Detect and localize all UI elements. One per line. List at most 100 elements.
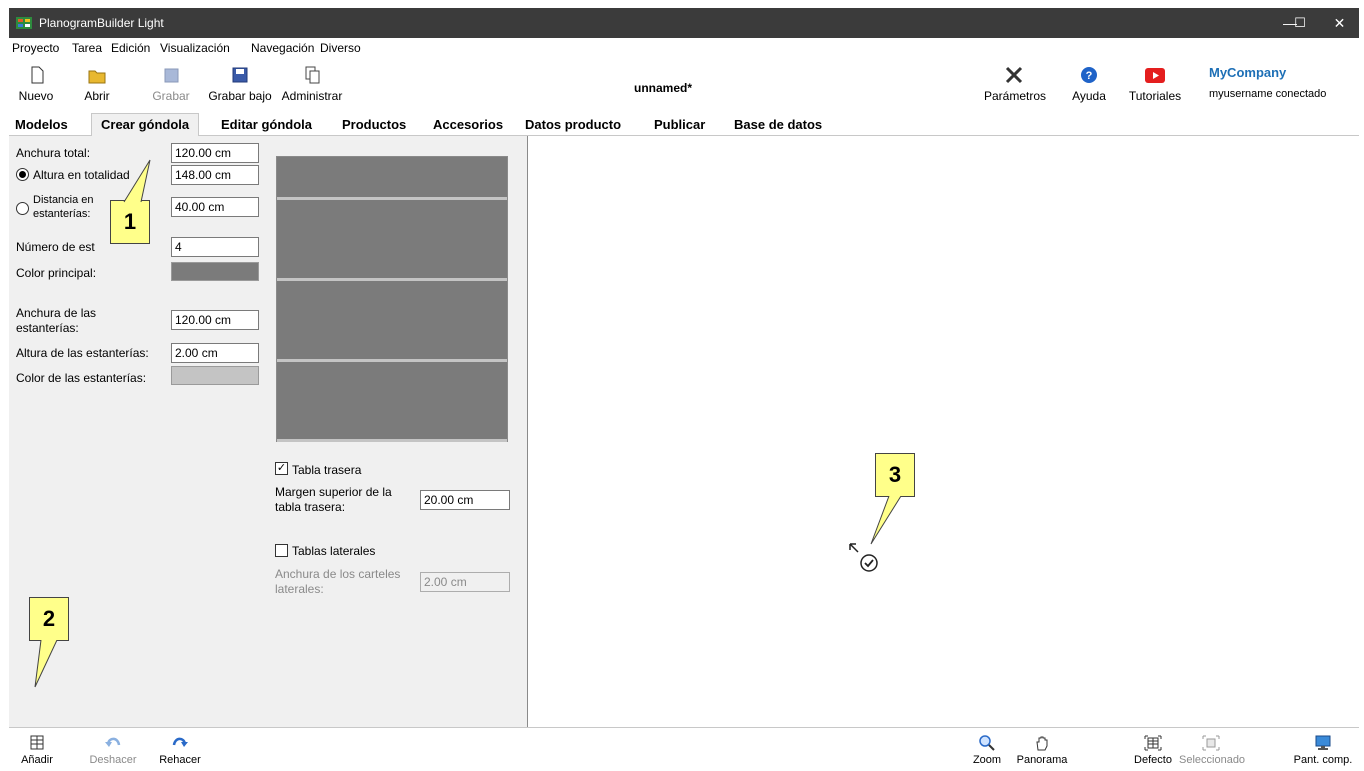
tabla-trasera-label: Tabla trasera xyxy=(292,463,362,477)
undo-icon xyxy=(105,737,121,747)
altura-estanterias-input[interactable]: 2.00 cm xyxy=(171,343,259,363)
hand-pan-icon xyxy=(1036,736,1048,751)
color-principal-swatch[interactable] xyxy=(171,262,259,281)
altura-radio[interactable] xyxy=(16,168,29,181)
tab-crear-gondola[interactable]: Crear góndola xyxy=(91,113,200,136)
tablas-laterales-checkbox[interactable] xyxy=(275,544,288,557)
tab-publicar[interactable]: Publicar xyxy=(654,117,705,132)
close-button[interactable]: ✕ xyxy=(1320,8,1359,38)
shelf-4 xyxy=(277,439,507,442)
tabla-trasera-checkbox[interactable]: ✓ xyxy=(275,462,288,475)
tab-productos[interactable]: Productos xyxy=(342,117,406,132)
anadir-button[interactable]: Añadir xyxy=(19,734,55,766)
grabar-bajo-button[interactable]: Grabar bajo xyxy=(207,63,273,103)
fit-grid-icon xyxy=(1144,735,1162,751)
bottom-toolbar: Añadir Deshacer Rehacer Zoom Panorama De… xyxy=(9,727,1359,771)
callout-2: 2 xyxy=(29,597,69,641)
anchura-total-input[interactable]: 120.00 cm xyxy=(171,143,259,163)
altura-label: Altura en totalidad xyxy=(33,168,130,182)
defecto-button[interactable]: Defecto xyxy=(1131,734,1175,766)
menu-edicion[interactable]: Edición xyxy=(111,41,150,55)
callout-2-pointer xyxy=(34,640,58,688)
margen-label-line1: Margen superior de la xyxy=(275,485,392,499)
callout-1: 1 xyxy=(110,200,150,244)
tab-accesorios[interactable]: Accesorios xyxy=(433,117,503,132)
distancia-label-line2: estanterías: xyxy=(33,208,91,220)
anchura-estanterias-input[interactable]: 120.00 cm xyxy=(171,310,259,330)
new-document-icon xyxy=(31,66,44,84)
user-status: myusername conectado xyxy=(1209,88,1327,100)
documents-manage-icon xyxy=(305,66,320,84)
anchura-estanterias-label-line2: estanterías: xyxy=(16,321,79,335)
pantalla-completa-button[interactable]: Pant. comp. xyxy=(1293,734,1353,766)
save-as-disk-icon xyxy=(232,67,248,83)
anchura-carteles-input[interactable]: 2.00 cm xyxy=(420,572,510,592)
shelf-3 xyxy=(277,359,507,362)
planogram-canvas[interactable] xyxy=(527,136,1359,727)
tablas-laterales-label: Tablas laterales xyxy=(292,544,376,558)
resize-cursor-icon xyxy=(849,543,878,572)
rehacer-button[interactable]: Rehacer xyxy=(155,734,205,766)
distancia-label-line1: Distancia en xyxy=(33,194,94,206)
grid-add-icon xyxy=(30,735,44,750)
menu-navegacion[interactable]: Navegación xyxy=(251,41,314,55)
nuevo-button[interactable]: Nuevo xyxy=(16,63,56,103)
document-title: unnamed* xyxy=(634,81,693,95)
app-logo-icon xyxy=(16,17,32,29)
altura-input[interactable]: 148.00 cm xyxy=(171,165,259,185)
panorama-button[interactable]: Panorama xyxy=(1009,734,1075,766)
help-icon: ? xyxy=(1081,67,1097,83)
numero-label: Número de est xyxy=(16,240,95,254)
anchura-carteles-label-line2: laterales: xyxy=(275,582,324,596)
menu-tarea[interactable]: Tarea xyxy=(72,41,102,55)
tab-base-de-datos[interactable]: Base de datos xyxy=(734,117,822,132)
anchura-estanterias-label-line1: Anchura de las xyxy=(16,306,97,320)
color-principal-label: Color principal: xyxy=(16,266,97,280)
maximize-button[interactable]: ☐ xyxy=(1280,8,1320,38)
video-play-icon xyxy=(1145,68,1165,83)
distancia-radio[interactable] xyxy=(16,202,29,215)
ayuda-button[interactable]: ? Ayuda xyxy=(1069,63,1109,103)
menu-diverso[interactable]: Diverso xyxy=(320,41,361,55)
administrar-button[interactable]: Administrar xyxy=(279,63,345,103)
app-window: PlanogramBuilder Light — ☐ ✕ Proyecto Ta… xyxy=(9,8,1359,771)
parametros-button[interactable]: Parámetros xyxy=(984,63,1046,103)
title-bar: PlanogramBuilder Light — xyxy=(9,8,1359,38)
toolbar: Nuevo Abrir Grabar Grabar bajo Administr… xyxy=(9,57,1359,114)
grabar-button[interactable]: Grabar xyxy=(149,63,193,103)
zoom-selection-icon xyxy=(1202,735,1220,751)
magnifier-icon xyxy=(979,735,995,751)
svg-text:?: ? xyxy=(1086,70,1093,82)
tab-datos-producto[interactable]: Datos producto xyxy=(525,117,621,132)
altura-estanterias-label: Altura de las estanterías: xyxy=(16,346,149,360)
menu-visualizacion[interactable]: Visualización xyxy=(160,41,230,55)
shelf-1 xyxy=(277,197,507,200)
menu-proyecto[interactable]: Proyecto xyxy=(12,41,59,55)
distancia-input[interactable]: 40.00 cm xyxy=(171,197,259,217)
abrir-button[interactable]: Abrir xyxy=(77,63,117,103)
save-disk-icon xyxy=(164,68,179,83)
gondola-preview xyxy=(276,156,508,442)
monitor-icon xyxy=(1315,735,1331,750)
tutoriales-button[interactable]: Tutoriales xyxy=(1127,63,1183,103)
deshacer-button[interactable]: Deshacer xyxy=(85,734,141,766)
shelf-2 xyxy=(277,278,507,281)
company-name: MyCompany xyxy=(1209,65,1287,80)
color-estanterias-swatch[interactable] xyxy=(171,366,259,385)
redo-icon xyxy=(172,737,188,747)
color-estanterias-label: Color de las estanterías: xyxy=(16,371,147,385)
margen-label-line2: tabla trasera: xyxy=(275,500,346,514)
margen-input[interactable]: 20.00 cm xyxy=(420,490,510,510)
window-title: PlanogramBuilder Light xyxy=(39,16,164,30)
menu-bar: Proyecto Tarea Edición Visualización Nav… xyxy=(9,38,1359,57)
numero-input[interactable]: 4 xyxy=(171,237,259,257)
tab-editar-gondola[interactable]: Editar góndola xyxy=(221,117,312,132)
tab-modelos[interactable]: Modelos xyxy=(15,117,68,132)
seleccionado-button[interactable]: Seleccionado xyxy=(1179,734,1245,766)
anchura-carteles-label-line1: Anchura de los carteles xyxy=(275,567,401,581)
callout-1-pointer xyxy=(123,159,151,203)
zoom-button[interactable]: Zoom xyxy=(969,734,1005,766)
callout-3: 3 xyxy=(875,453,915,497)
gondola-form-panel: Anchura total: 120.00 cm Altura en total… xyxy=(9,136,527,727)
tools-icon xyxy=(1005,66,1023,84)
